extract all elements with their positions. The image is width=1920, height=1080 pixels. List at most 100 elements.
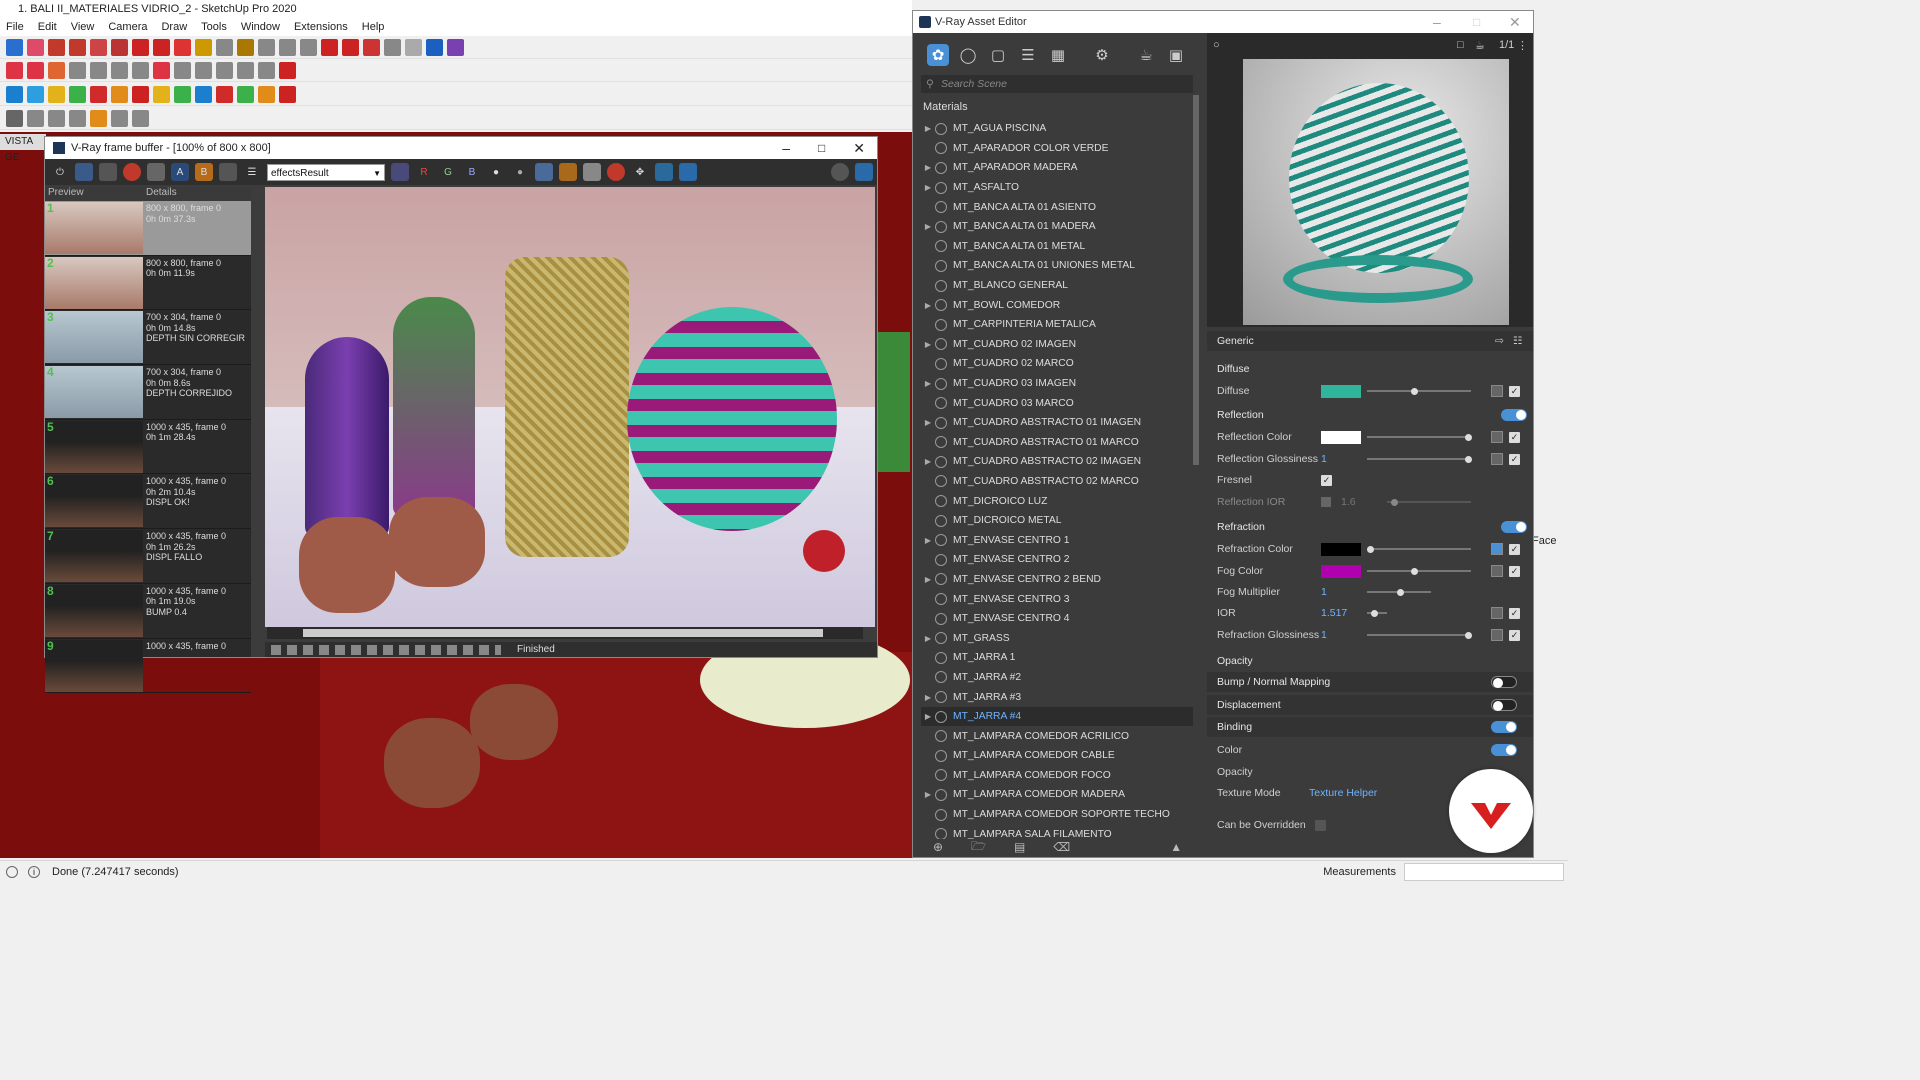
refraction-color-map-slot[interactable] bbox=[1491, 543, 1503, 555]
expand-arrow-icon[interactable]: ▶ bbox=[921, 790, 935, 799]
material-item[interactable]: MT_JARRA 1 bbox=[921, 648, 1193, 668]
material-item[interactable]: MT_ENVASE CENTRO 2 bbox=[921, 550, 1193, 570]
geometry-icon[interactable]: ▢ bbox=[987, 44, 1009, 66]
scale-tool-icon[interactable] bbox=[174, 39, 191, 56]
settings-icon[interactable]: ⚙ bbox=[1091, 44, 1113, 66]
wireframe-icon[interactable] bbox=[48, 110, 65, 127]
material-item[interactable]: MT_CUADRO ABSTRACTO 01 MARCO bbox=[921, 433, 1193, 453]
geo-location-icon[interactable] bbox=[6, 865, 18, 878]
reflection-ior-value[interactable]: 1.6 bbox=[1341, 496, 1356, 508]
expand-arrow-icon[interactable]: ▶ bbox=[921, 379, 935, 388]
slider-knob[interactable] bbox=[1465, 433, 1472, 441]
history-item[interactable]: 1000 x 435, frame 0 0h 2m 10.4s DISPL OK! 6 bbox=[45, 474, 251, 530]
scale-icon[interactable]: 1/1 bbox=[1499, 39, 1514, 51]
slider-knob[interactable] bbox=[1391, 498, 1398, 506]
menu-window[interactable]: Window bbox=[241, 18, 280, 36]
displacement-section[interactable]: Displacement bbox=[1207, 695, 1533, 715]
menu-extensions[interactable]: Extensions bbox=[294, 18, 348, 36]
material-item[interactable]: MT_APARADOR COLOR VERDE bbox=[921, 139, 1193, 159]
eraser-tool-icon[interactable] bbox=[27, 39, 44, 56]
textured-icon[interactable] bbox=[111, 110, 128, 127]
xray-icon[interactable] bbox=[27, 110, 44, 127]
refraction-glossiness-value[interactable]: 1 bbox=[1321, 629, 1327, 641]
more-options-icon[interactable]: ⋮ bbox=[1517, 39, 1528, 52]
history-item[interactable]: 800 x 800, frame 0 0h 0m 11.9s 2 bbox=[45, 256, 251, 311]
displacement-toggle[interactable] bbox=[1491, 699, 1517, 711]
menu-edit[interactable]: Edit bbox=[38, 18, 57, 36]
expand-arrow-icon[interactable]: ▶ bbox=[921, 418, 935, 427]
binding-toggle[interactable] bbox=[1491, 721, 1517, 733]
material-item[interactable]: MT_LAMPARA COMEDOR SOPORTE TECHO bbox=[921, 805, 1193, 825]
solid-tool-icon[interactable] bbox=[6, 86, 23, 103]
material-item[interactable]: ▶ MT_GRASS bbox=[921, 628, 1193, 648]
material-item[interactable]: ▶ MT_CUADRO 02 IMAGEN bbox=[921, 335, 1193, 355]
union-icon[interactable] bbox=[69, 86, 86, 103]
refraction-glossiness-checkbox[interactable]: ✓ bbox=[1509, 629, 1520, 641]
material-item[interactable]: ▶ MT_CUADRO 03 IMAGEN bbox=[921, 374, 1193, 394]
diffuse-color-swatch[interactable] bbox=[1321, 384, 1361, 398]
reflection-ior-slider[interactable] bbox=[1387, 498, 1471, 506]
channel-select[interactable]: effectsResult ▼ bbox=[267, 163, 385, 181]
history-item[interactable]: 800 x 800, frame 0 0h 0m 37.3s 1 bbox=[45, 201, 251, 256]
slider-knob[interactable] bbox=[1397, 588, 1404, 596]
scene-tab[interactable]: VISTA GE bbox=[0, 134, 46, 163]
menu-view[interactable]: View bbox=[71, 18, 95, 36]
move-tool-icon[interactable] bbox=[132, 39, 149, 56]
red-channel-button[interactable]: R bbox=[415, 163, 433, 181]
materials-icon[interactable]: ✿ bbox=[927, 44, 949, 66]
refraction-color-slider[interactable] bbox=[1367, 545, 1471, 553]
expand-arrow-icon[interactable]: ▶ bbox=[921, 124, 935, 133]
ab-b-icon[interactable]: B bbox=[195, 163, 213, 181]
reflection-ior-lock[interactable] bbox=[1321, 497, 1331, 507]
draw-tool-icon[interactable] bbox=[6, 62, 23, 79]
slider-knob[interactable] bbox=[1371, 609, 1378, 617]
teapot-icon[interactable] bbox=[855, 163, 873, 181]
section-icon[interactable] bbox=[384, 39, 401, 56]
expand-arrow-icon[interactable]: ▶ bbox=[921, 457, 935, 466]
add-material-icon[interactable]: ⊕ bbox=[933, 840, 943, 854]
material-item[interactable]: MT_BANCA ALTA 01 METAL bbox=[921, 237, 1193, 257]
lens-effects-icon[interactable] bbox=[831, 163, 849, 181]
green-channel-button[interactable]: G bbox=[439, 163, 457, 181]
reflection-color-map-slot[interactable] bbox=[1491, 431, 1503, 443]
material-item[interactable]: ▶ MT_LAMPARA COMEDOR MADERA bbox=[921, 785, 1193, 805]
frame-buffer-icon[interactable]: ▣ bbox=[1165, 44, 1187, 66]
select-tool-icon[interactable] bbox=[6, 39, 23, 56]
expand-arrow-icon[interactable]: ▶ bbox=[921, 340, 935, 349]
menu-tools[interactable]: Tools bbox=[201, 18, 227, 36]
shaded-icon[interactable] bbox=[90, 110, 107, 127]
maximize-button[interactable]: □ bbox=[1473, 11, 1480, 33]
material-item[interactable]: MT_DICROICO METAL bbox=[921, 511, 1193, 531]
fillet-icon[interactable] bbox=[90, 62, 107, 79]
render-elements-icon[interactable]: ▦ bbox=[1047, 44, 1069, 66]
expand-arrow-icon[interactable]: ▶ bbox=[921, 183, 935, 192]
component-icon[interactable] bbox=[426, 39, 443, 56]
open-folder-icon[interactable] bbox=[559, 163, 577, 181]
white-dot-icon[interactable]: ● bbox=[487, 163, 505, 181]
zoom-icon[interactable] bbox=[300, 39, 317, 56]
line-tool-icon[interactable] bbox=[48, 39, 65, 56]
materials-scrollbar[interactable] bbox=[1193, 95, 1199, 465]
clear-icon[interactable] bbox=[123, 163, 141, 181]
fog-multiplier-slider[interactable] bbox=[1367, 588, 1431, 596]
menu-draw[interactable]: Draw bbox=[161, 18, 187, 36]
bezier-icon[interactable] bbox=[27, 62, 44, 79]
refraction-glossiness-slider[interactable] bbox=[1367, 631, 1472, 639]
material-item[interactable]: ▶ MT_JARRA #4 bbox=[921, 706, 1193, 727]
spline-icon[interactable] bbox=[48, 62, 65, 79]
history-item[interactable]: 700 x 304, frame 0 0h 0m 8.6s DEPTH CORREJ… bbox=[45, 365, 251, 420]
expand-arrow-icon[interactable]: ▶ bbox=[921, 301, 935, 310]
vfb-settings-icon[interactable] bbox=[679, 163, 697, 181]
layer-arrow-icon[interactable]: ⇨ bbox=[1495, 335, 1504, 347]
texture-mode-value[interactable]: Texture Helper bbox=[1309, 787, 1377, 799]
warehouse-icon[interactable] bbox=[342, 39, 359, 56]
add-layer-icon[interactable]: ☷ bbox=[1513, 335, 1522, 347]
blue-channel-button[interactable]: B bbox=[463, 163, 481, 181]
refraction-glossiness-map-slot[interactable] bbox=[1491, 629, 1503, 641]
reflection-color-swatch[interactable] bbox=[1321, 430, 1361, 444]
paint-bucket-icon[interactable] bbox=[237, 39, 254, 56]
expand-arrow-icon[interactable]: ▶ bbox=[921, 634, 935, 643]
slider-knob[interactable] bbox=[1411, 567, 1418, 575]
slider-knob[interactable] bbox=[1411, 387, 1418, 395]
house-icon[interactable] bbox=[279, 62, 296, 79]
